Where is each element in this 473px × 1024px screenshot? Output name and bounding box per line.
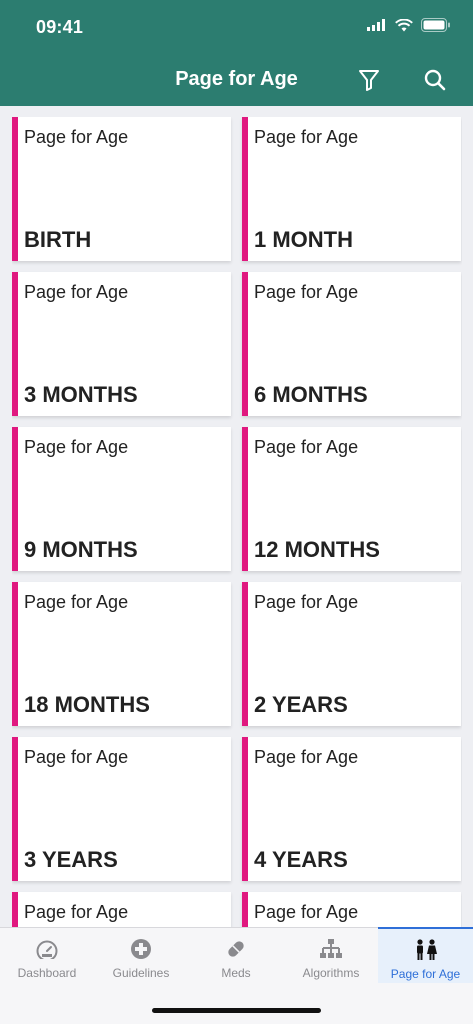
tab-guidelines[interactable]: Guidelines [94,928,188,984]
age-card-grid: Page for Age BIRTH Page for Age 1 MONTH … [12,117,462,927]
card-title: Page for Age [254,282,359,302]
card-title: Page for Age [24,437,129,457]
card-age: 1 MONTH [254,227,353,252]
status-time: 09:41 [36,17,84,37]
search-icon [424,69,446,91]
gauge-icon [36,940,58,959]
card-age: 12 MONTHS [254,537,380,562]
filter-icon [359,70,379,91]
age-card-12-months[interactable]: Page for Age 12 MONTHS [242,427,461,571]
tab-label: Guidelines [112,966,170,980]
tab-label: Page for Age [390,967,461,981]
card-title: Page for Age [24,127,129,147]
card-title: Page for Age [254,437,359,457]
card-age: 9 MONTHS [24,537,138,562]
app-header: 09:41 Page for Age [0,0,473,106]
plus-circle-icon [131,939,151,959]
card-age: BIRTH [24,227,92,252]
card-title: Page for Age [254,592,359,612]
tab-label: Dashboard [17,966,77,980]
tab-label: Meds [221,966,251,980]
age-card-partial-left[interactable]: Page for Age [12,892,231,927]
search-button[interactable] [421,66,449,94]
flowchart-icon [320,939,342,958]
tab-dashboard[interactable]: Dashboard [0,928,94,984]
page-title: Page for Age [0,68,473,91]
people-icon [416,939,437,960]
card-title: Page for Age [24,902,129,922]
age-card-18-months[interactable]: Page for Age 18 MONTHS [12,582,231,726]
age-card-2-years[interactable]: Page for Age 2 YEARS [242,582,461,726]
card-age: 3 MONTHS [24,382,138,407]
age-card-6-months[interactable]: Page for Age 6 MONTHS [242,272,461,416]
status-icons [367,18,451,32]
card-title: Page for Age [24,592,129,612]
card-title: Page for Age [254,127,359,147]
age-card-birth[interactable]: Page for Age BIRTH [12,117,231,261]
battery-icon [421,18,450,32]
card-age: 6 MONTHS [254,382,368,407]
card-title: Page for Age [24,747,129,767]
wifi-icon [395,18,413,31]
filter-button[interactable] [355,66,383,94]
age-card-3-months[interactable]: Page for Age 3 MONTHS [12,272,231,416]
home-indicator[interactable] [152,1008,321,1013]
card-age: 2 YEARS [254,692,348,717]
card-title: Page for Age [254,902,359,922]
tab-page-for-age[interactable]: Page for Age [378,927,473,983]
page-title-text: Page for Age [175,68,298,90]
age-card-4-years[interactable]: Page for Age 4 YEARS [242,737,461,881]
age-card-1-month[interactable]: Page for Age 1 MONTH [242,117,461,261]
tab-meds[interactable]: Meds [189,928,283,984]
pill-icon [228,941,244,957]
card-age: 4 YEARS [254,847,348,872]
card-title: Page for Age [254,747,359,767]
age-card-3-years[interactable]: Page for Age 3 YEARS [12,737,231,881]
card-title: Page for Age [24,282,129,302]
tab-label: Algorithms [302,966,360,980]
signal-icon [367,19,385,31]
tab-algorithms[interactable]: Algorithms [284,928,378,984]
age-card-partial-right[interactable]: Page for Age [242,892,461,927]
age-card-9-months[interactable]: Page for Age 9 MONTHS [12,427,231,571]
card-age: 3 YEARS [24,847,118,872]
card-age: 18 MONTHS [24,692,150,717]
